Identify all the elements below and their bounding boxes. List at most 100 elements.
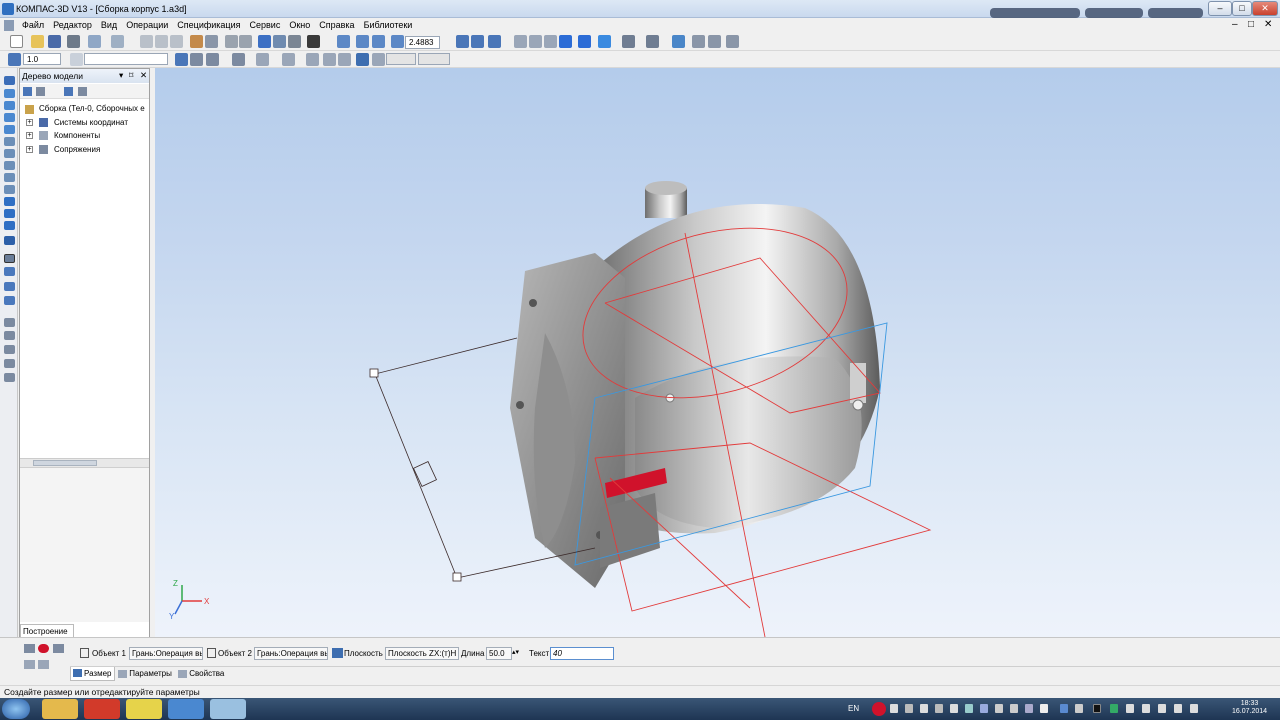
macro-icon[interactable] bbox=[4, 221, 15, 230]
tray-icon[interactable] bbox=[935, 704, 943, 713]
media-taskbar-icon[interactable] bbox=[126, 699, 162, 719]
expand-icon[interactable]: + bbox=[26, 132, 33, 139]
mdi-close-button[interactable]: ✕ bbox=[1264, 19, 1272, 30]
local-cs-icon[interactable] bbox=[232, 53, 245, 66]
text-field[interactable]: 40 bbox=[550, 647, 614, 660]
tray-icon[interactable] bbox=[1010, 704, 1018, 713]
hidden-lines-icon[interactable] bbox=[529, 35, 542, 48]
tray-icon[interactable] bbox=[995, 704, 1003, 713]
cursor-icon[interactable] bbox=[323, 53, 336, 66]
object1-field[interactable]: Грань:Операция вы bbox=[129, 647, 203, 660]
shaded-icon[interactable] bbox=[559, 35, 572, 48]
tree-filter-icon[interactable] bbox=[64, 87, 73, 96]
tray-icon[interactable] bbox=[965, 704, 973, 713]
filter-tool-icon[interactable] bbox=[4, 161, 15, 170]
bluetooth-icon[interactable] bbox=[1060, 704, 1068, 713]
tray-icon[interactable] bbox=[1075, 704, 1083, 713]
menu-service[interactable]: Сервис bbox=[250, 20, 281, 30]
paste-icon[interactable] bbox=[170, 35, 183, 48]
rebuild-icon[interactable] bbox=[672, 35, 685, 48]
perspective-icon[interactable] bbox=[598, 35, 611, 48]
selection-icon[interactable] bbox=[646, 35, 659, 48]
coords-icon[interactable] bbox=[338, 53, 351, 66]
preview-icon[interactable] bbox=[88, 35, 101, 48]
dimension-handle[interactable] bbox=[369, 368, 379, 378]
tray-icon[interactable] bbox=[1040, 704, 1048, 713]
tree-item-components[interactable]: Компоненты bbox=[54, 131, 100, 140]
rotate-icon[interactable] bbox=[471, 35, 484, 48]
app-taskbar-icon[interactable] bbox=[210, 699, 246, 719]
filter-icon[interactable] bbox=[622, 35, 635, 48]
edit-icon[interactable] bbox=[70, 53, 83, 66]
tray-icon[interactable] bbox=[1025, 704, 1033, 713]
close-panel-icon[interactable]: ✕ bbox=[140, 70, 147, 81]
measure-tool-icon[interactable] bbox=[4, 149, 15, 158]
new-icon[interactable] bbox=[10, 35, 23, 48]
clock[interactable]: 18:33 16.07.2014 bbox=[1232, 700, 1267, 716]
radius-icon[interactable] bbox=[4, 282, 15, 291]
object2-field[interactable]: Грань:Операция вы bbox=[254, 647, 328, 660]
help-pointer-icon[interactable] bbox=[307, 35, 320, 48]
arrays-icon[interactable] bbox=[4, 113, 15, 122]
assembly-model[interactable] bbox=[510, 181, 880, 588]
battery-icon[interactable] bbox=[1190, 704, 1198, 713]
dropdown-icon[interactable]: ▾ bbox=[119, 70, 123, 81]
menu-view[interactable]: Вид bbox=[101, 20, 117, 30]
properties-icon[interactable] bbox=[692, 35, 705, 48]
tray-icon[interactable] bbox=[1110, 704, 1118, 713]
menu-specification[interactable]: Спецификация bbox=[177, 20, 240, 30]
zoom-icon[interactable] bbox=[337, 35, 350, 48]
specification-icon[interactable] bbox=[4, 173, 15, 182]
tolerance-icon[interactable] bbox=[4, 359, 15, 368]
roughness-icon[interactable] bbox=[4, 331, 15, 340]
shaded-edges-icon[interactable] bbox=[578, 35, 591, 48]
layer-field[interactable] bbox=[84, 53, 168, 65]
expand-icon[interactable]: + bbox=[26, 119, 33, 126]
orientation-list-icon[interactable] bbox=[206, 53, 219, 66]
remember-state-icon[interactable] bbox=[24, 660, 35, 669]
snap-active-icon[interactable] bbox=[356, 53, 369, 66]
save-icon[interactable] bbox=[48, 35, 61, 48]
editing-icon[interactable] bbox=[4, 76, 15, 85]
close-button[interactable]: ✕ bbox=[1252, 1, 1278, 16]
measure-icon[interactable] bbox=[708, 35, 721, 48]
help-icon[interactable] bbox=[38, 660, 49, 669]
yandex-taskbar-icon[interactable] bbox=[84, 699, 120, 719]
mdi-minimize-button[interactable]: – bbox=[1232, 19, 1238, 30]
angle-icon[interactable] bbox=[4, 296, 15, 305]
tray-icon[interactable] bbox=[1093, 704, 1101, 713]
language-indicator[interactable]: EN bbox=[848, 704, 859, 713]
tray-icon[interactable] bbox=[920, 704, 928, 713]
sketch-icon[interactable] bbox=[175, 53, 188, 66]
menu-editor[interactable]: Редактор bbox=[53, 20, 92, 30]
orientation-icon[interactable] bbox=[488, 35, 501, 48]
format-brush-icon[interactable] bbox=[190, 35, 203, 48]
tab-parameters[interactable]: Параметры bbox=[118, 669, 172, 678]
minimize-button[interactable]: – bbox=[1208, 1, 1232, 16]
reports-icon[interactable] bbox=[4, 185, 15, 194]
start-button[interactable] bbox=[2, 699, 30, 719]
dimension-text-frame[interactable] bbox=[412, 461, 438, 487]
tree-structure-icon[interactable] bbox=[23, 87, 32, 96]
copy-icon[interactable] bbox=[155, 35, 168, 48]
tree-item-coordinate-systems[interactable]: Системы координат bbox=[54, 118, 128, 127]
scroll-thumb[interactable] bbox=[33, 460, 97, 466]
surfaces-icon[interactable] bbox=[4, 101, 15, 110]
create-object-icon[interactable] bbox=[24, 644, 35, 653]
tree-options-icon[interactable] bbox=[78, 87, 87, 96]
leader-icon[interactable] bbox=[4, 318, 15, 327]
copy-properties-icon[interactable] bbox=[111, 35, 124, 48]
explorer-taskbar-icon[interactable] bbox=[42, 699, 78, 719]
menu-operations[interactable]: Операции bbox=[126, 20, 168, 30]
spatial-curves-icon[interactable] bbox=[4, 89, 15, 98]
designations-icon[interactable] bbox=[4, 209, 15, 218]
menu-file[interactable]: Файл bbox=[22, 20, 44, 30]
spinner-icon[interactable]: ▴▾ bbox=[512, 648, 519, 656]
maximize-button[interactable]: □ bbox=[1232, 1, 1252, 16]
document-icon[interactable] bbox=[4, 20, 14, 31]
tray-icon[interactable] bbox=[890, 704, 898, 713]
snap-settings-icon[interactable] bbox=[372, 53, 385, 66]
pan-icon[interactable] bbox=[456, 35, 469, 48]
kompas-taskbar-icon[interactable] bbox=[168, 699, 204, 719]
tree-root[interactable]: Сборка (Тел-0, Сборочных е bbox=[39, 104, 145, 113]
